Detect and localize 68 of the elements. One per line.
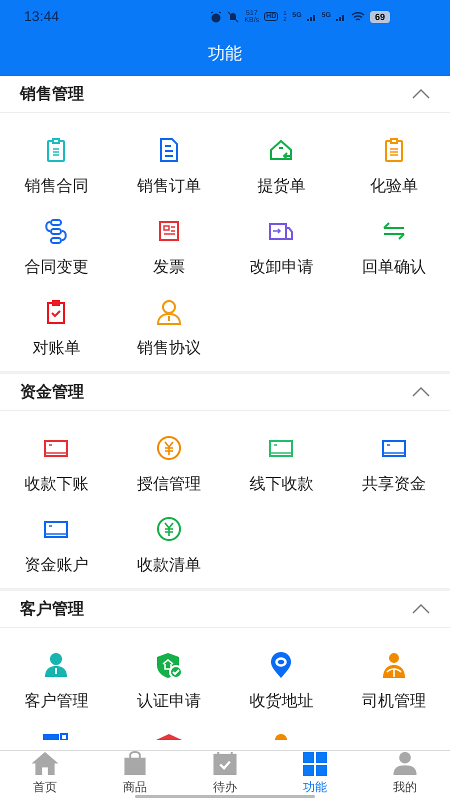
function-item[interactable]: 共享资金 xyxy=(338,422,450,503)
page-title: 功能 xyxy=(208,42,242,66)
function-item[interactable]: 线下收款 xyxy=(225,422,338,503)
function-label: 回单确认 xyxy=(362,256,426,278)
function-label: 授信管理 xyxy=(136,473,201,495)
function-item[interactable]: 授信管理 xyxy=(112,422,225,503)
function-item[interactable]: 收款下账 xyxy=(0,422,112,503)
function-label: 销售协议 xyxy=(136,337,201,359)
function-item[interactable]: 销售订单 xyxy=(112,124,225,205)
function-label: 客户管理 xyxy=(24,690,88,712)
tab-bar-item[interactable]: 我的 xyxy=(360,751,450,800)
function-label: 共享资金 xyxy=(362,473,426,495)
function-label: 司机管理 xyxy=(362,690,426,712)
function-item[interactable]: 销售合同 xyxy=(0,124,112,205)
function-label: 合同变更 xyxy=(24,256,88,278)
bell-muted-icon xyxy=(227,10,240,22)
status-time: 13:44 xyxy=(24,7,60,26)
function-item[interactable]: 提货单 xyxy=(225,124,338,205)
wifi-icon xyxy=(350,11,365,22)
shield-check-icon xyxy=(154,651,183,679)
section-title: 客户管理 xyxy=(20,598,84,620)
function-item[interactable]: 发票 xyxy=(112,205,225,286)
signal-icon xyxy=(306,12,317,20)
function-item[interactable]: 司机管理 xyxy=(338,639,450,720)
section-title: 销售管理 xyxy=(20,83,84,105)
function-item[interactable]: 资金账户 xyxy=(0,503,112,584)
function-item[interactable]: 销售协议 xyxy=(112,286,225,367)
tab-bar-item[interactable]: 商品 xyxy=(90,751,180,800)
bag-icon xyxy=(123,751,147,776)
tab-bar-item[interactable]: 首页 xyxy=(0,751,90,800)
function-label: 发票 xyxy=(152,256,185,278)
battery-level: 69 xyxy=(370,10,390,22)
section-title: 资金管理 xyxy=(20,381,84,403)
function-item[interactable]: 化验单 xyxy=(338,124,450,205)
function-label: 收款清单 xyxy=(136,554,201,576)
function-item[interactable]: 客户管理 xyxy=(0,639,112,720)
function-item[interactable]: 收款清单 xyxy=(112,503,225,584)
function-item[interactable]: 认证申请 xyxy=(112,639,225,720)
function-label: 提货单 xyxy=(257,175,306,197)
function-label: 改卸申请 xyxy=(249,256,314,278)
function-label: 化验单 xyxy=(370,175,418,197)
tab-bar-item[interactable]: 功能 xyxy=(270,751,360,800)
function-label: 销售订单 xyxy=(136,175,201,197)
section-header[interactable]: 销售管理 xyxy=(0,76,450,113)
person-icon xyxy=(392,751,418,776)
function-label: 收货地址 xyxy=(249,690,314,712)
function-item[interactable]: 回单确认 xyxy=(338,205,450,286)
section-header[interactable]: 客户管理 xyxy=(0,591,450,628)
person-icon xyxy=(154,298,183,326)
yen-icon xyxy=(154,515,183,543)
section-header[interactable]: 资金管理 xyxy=(0,374,450,411)
function-label: 线下收款 xyxy=(249,473,314,495)
function-item[interactable]: 对账单 xyxy=(0,286,112,367)
function-label: 认证申请 xyxy=(136,690,201,712)
grid-icon xyxy=(303,752,327,776)
function-item[interactable]: 改卸申请 xyxy=(225,205,338,286)
home-icon xyxy=(30,751,60,776)
function-item[interactable]: 收货地址 xyxy=(225,639,338,720)
function-label: 收款下账 xyxy=(24,473,88,495)
function-label: 资金账户 xyxy=(24,554,88,576)
tab-bar-item[interactable]: 待办 xyxy=(180,751,270,800)
function-label: 销售合同 xyxy=(24,175,88,197)
roof-icon xyxy=(156,734,182,740)
function-label: 对账单 xyxy=(32,337,80,359)
function-item[interactable]: 合同变更 xyxy=(0,205,112,286)
yen-icon xyxy=(154,434,183,462)
signal-icon xyxy=(336,12,346,20)
alarm-icon xyxy=(210,10,222,22)
